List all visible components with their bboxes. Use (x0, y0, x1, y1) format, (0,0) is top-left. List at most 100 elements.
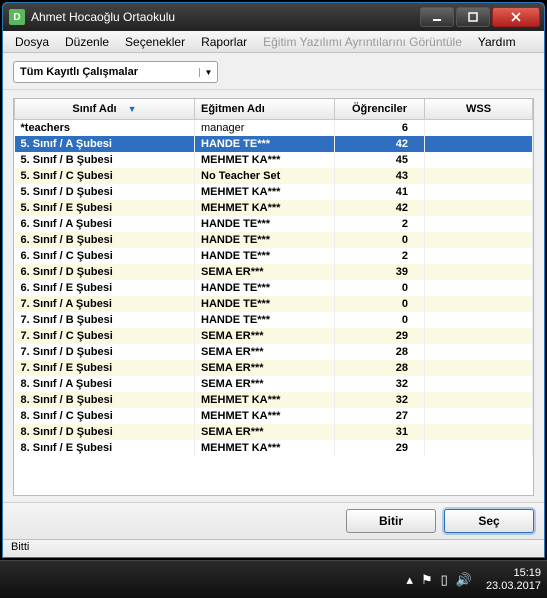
cell-wss (425, 424, 533, 440)
cell-class: 7. Sınıf / B Şubesi (15, 312, 195, 328)
table-row[interactable]: 8. Sınıf / A ŞubesiSEMA ER***32 (15, 376, 533, 392)
finish-button[interactable]: Bitir (346, 509, 436, 533)
cell-wss (425, 376, 533, 392)
table-row[interactable]: 7. Sınıf / A ŞubesiHANDE TE***0 (15, 296, 533, 312)
close-button[interactable] (492, 7, 540, 27)
table-row[interactable]: 8. Sınıf / C ŞubesiMEHMET KA***27 (15, 408, 533, 424)
show-hidden-icon[interactable]: ▴ (406, 572, 413, 588)
cell-wss (425, 440, 533, 456)
table-row[interactable]: 5. Sınıf / A ŞubesiHANDE TE***42 (15, 136, 533, 152)
cell-students: 27 (335, 408, 425, 424)
table-row[interactable]: 7. Sınıf / E ŞubesiSEMA ER***28 (15, 360, 533, 376)
cell-class: 8. Sınıf / E Şubesi (15, 440, 195, 456)
table-row[interactable]: 8. Sınıf / B ŞubesiMEHMET KA***32 (15, 392, 533, 408)
cell-wss (425, 344, 533, 360)
table-row[interactable]: 6. Sınıf / A ŞubesiHANDE TE***2 (15, 216, 533, 232)
table-scroll[interactable]: Sınıf Adı ▼ Eğitmen Adı Öğrenciler WSS *… (13, 98, 534, 496)
table-row[interactable]: 5. Sınıf / D ŞubesiMEHMET KA***41 (15, 184, 533, 200)
col-class[interactable]: Sınıf Adı ▼ (15, 99, 195, 120)
clock[interactable]: 15:19 23.03.2017 (486, 567, 541, 593)
network-icon[interactable]: ▯ (441, 572, 448, 588)
menu-edit[interactable]: Düzenle (59, 33, 115, 51)
chevron-down-icon[interactable]: ▼ (199, 68, 217, 77)
class-table: Sınıf Adı ▼ Eğitmen Adı Öğrenciler WSS *… (14, 99, 533, 456)
menu-reports[interactable]: Raporlar (195, 33, 253, 51)
cell-teacher: SEMA ER*** (195, 264, 335, 280)
table-row[interactable]: 7. Sınıf / B ŞubesiHANDE TE***0 (15, 312, 533, 328)
sort-desc-icon: ▼ (128, 104, 137, 114)
table-row[interactable]: 5. Sınıf / E ŞubesiMEHMET KA***42 (15, 200, 533, 216)
cell-class: 5. Sınıf / B Şubesi (15, 152, 195, 168)
menu-bar: Dosya Düzenle Seçenekler Raporlar Eğitim… (3, 31, 544, 53)
cell-wss (425, 152, 533, 168)
finish-button-label: Bitir (379, 514, 403, 528)
cell-wss (425, 264, 533, 280)
taskbar[interactable]: ▴ ⚑ ▯ 🔊 15:19 23.03.2017 (0, 560, 547, 598)
menu-details[interactable]: Eğitim Yazılımı Ayrıntılarını Görüntüle (257, 33, 468, 51)
cell-students: 32 (335, 392, 425, 408)
title-bar[interactable]: D Ahmet Hocaoğlu Ortaokulu (3, 3, 544, 31)
table-row[interactable]: 7. Sınıf / D ŞubesiSEMA ER***28 (15, 344, 533, 360)
cell-wss (425, 360, 533, 376)
cell-students: 39 (335, 264, 425, 280)
filter-combo[interactable]: Tüm Kayıtlı Çalışmalar ▼ (13, 61, 218, 83)
clock-date: 23.03.2017 (486, 580, 541, 593)
table-row[interactable]: 7. Sınıf / C ŞubesiSEMA ER***29 (15, 328, 533, 344)
cell-class: 7. Sınıf / E Şubesi (15, 360, 195, 376)
menu-help[interactable]: Yardım (472, 33, 522, 51)
col-teacher[interactable]: Eğitmen Adı (195, 99, 335, 120)
cell-students: 6 (335, 120, 425, 136)
table-row[interactable]: 5. Sınıf / B ŞubesiMEHMET KA***45 (15, 152, 533, 168)
col-students[interactable]: Öğrenciler (335, 99, 425, 120)
cell-teacher: HANDE TE*** (195, 296, 335, 312)
select-button[interactable]: Seç (444, 509, 534, 533)
cell-class: 6. Sınıf / C Şubesi (15, 248, 195, 264)
cell-wss (425, 184, 533, 200)
flag-icon[interactable]: ⚑ (421, 572, 433, 588)
cell-students: 2 (335, 216, 425, 232)
cell-wss (425, 392, 533, 408)
cell-teacher: HANDE TE*** (195, 232, 335, 248)
toolbar: Tüm Kayıtlı Çalışmalar ▼ (3, 53, 544, 90)
cell-teacher: SEMA ER*** (195, 360, 335, 376)
cell-class: 7. Sınıf / C Şubesi (15, 328, 195, 344)
table-row[interactable]: 8. Sınıf / E ŞubesiMEHMET KA***29 (15, 440, 533, 456)
cell-teacher: MEHMET KA*** (195, 184, 335, 200)
cell-teacher: MEHMET KA*** (195, 152, 335, 168)
cell-wss (425, 248, 533, 264)
volume-icon[interactable]: 🔊 (456, 572, 472, 588)
cell-class: 5. Sınıf / D Şubesi (15, 184, 195, 200)
cell-wss (425, 312, 533, 328)
cell-students: 0 (335, 312, 425, 328)
minimize-icon (432, 12, 442, 22)
cell-students: 28 (335, 360, 425, 376)
cell-teacher: SEMA ER*** (195, 424, 335, 440)
cell-students: 28 (335, 344, 425, 360)
table-row[interactable]: 6. Sınıf / B ŞubesiHANDE TE***0 (15, 232, 533, 248)
footer: Bitir Seç (3, 502, 544, 539)
cell-students: 2 (335, 248, 425, 264)
col-wss[interactable]: WSS (425, 99, 533, 120)
col-class-label: Sınıf Adı (72, 103, 116, 115)
table-row[interactable]: 6. Sınıf / E ŞubesiHANDE TE***0 (15, 280, 533, 296)
cell-students: 43 (335, 168, 425, 184)
cell-students: 0 (335, 232, 425, 248)
cell-students: 45 (335, 152, 425, 168)
minimize-button[interactable] (420, 7, 454, 27)
cell-wss (425, 136, 533, 152)
table-row[interactable]: *teachersmanager6 (15, 120, 533, 136)
table-row[interactable]: 5. Sınıf / C ŞubesiNo Teacher Set43 (15, 168, 533, 184)
cell-students: 42 (335, 136, 425, 152)
menu-file[interactable]: Dosya (9, 33, 55, 51)
cell-students: 0 (335, 296, 425, 312)
cell-class: 8. Sınıf / A Şubesi (15, 376, 195, 392)
maximize-button[interactable] (456, 7, 490, 27)
menu-options[interactable]: Seçenekler (119, 33, 191, 51)
table-row[interactable]: 6. Sınıf / D ŞubesiSEMA ER***39 (15, 264, 533, 280)
clock-time: 15:19 (486, 567, 541, 580)
cell-class: 5. Sınıf / E Şubesi (15, 200, 195, 216)
table-row[interactable]: 8. Sınıf / D ŞubesiSEMA ER***31 (15, 424, 533, 440)
table-row[interactable]: 6. Sınıf / C ŞubesiHANDE TE***2 (15, 248, 533, 264)
cell-teacher: MEHMET KA*** (195, 200, 335, 216)
app-window: D Ahmet Hocaoğlu Ortaokulu Dosya Düzenle… (2, 2, 545, 558)
